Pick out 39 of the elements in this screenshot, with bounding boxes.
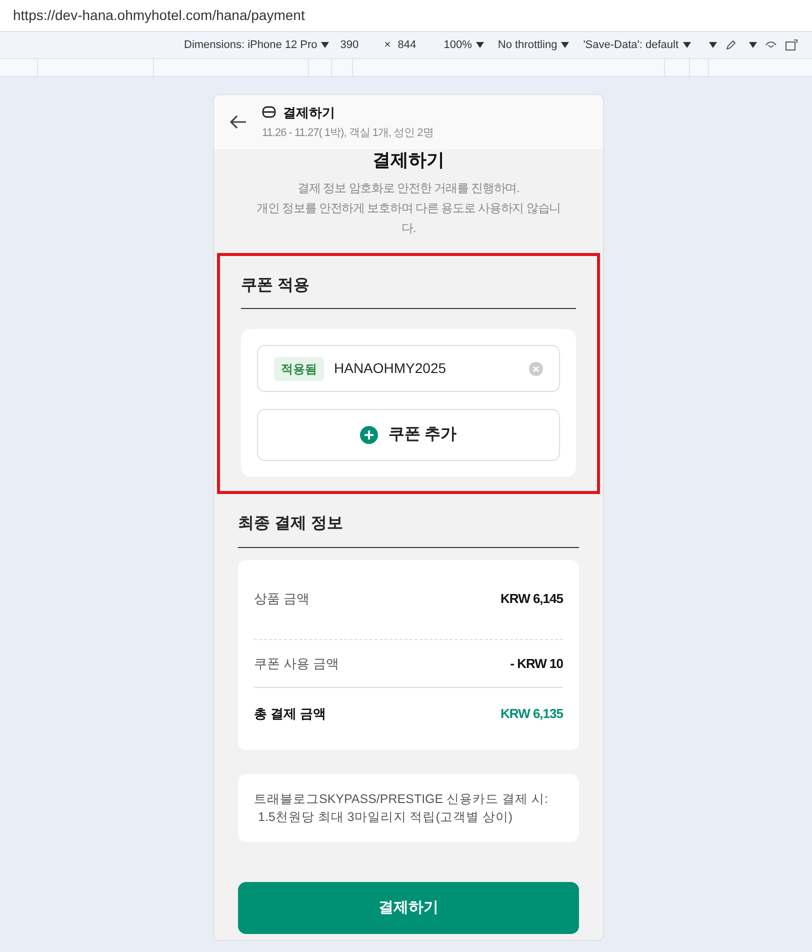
notice-text: 1.5천원당 최대 3마일리지 적립(고객별 상이) (257, 809, 514, 826)
eye-icon[interactable] (764, 40, 776, 50)
pen-icon[interactable] (724, 39, 736, 51)
url-text[interactable]: https://dev-hana.ohmyhotel.com/hana/payment (13, 5, 305, 26)
caret-icon (561, 42, 570, 48)
zoom-dropdown[interactable]: 100% (444, 36, 484, 54)
summary-label: 상품 금액 (254, 590, 310, 608)
header-title: 결제하기 (283, 104, 335, 122)
dimensions-dropdown[interactable]: Dimensions: iPhone 12 Pro (184, 36, 330, 54)
save-data-dropdown[interactable]: 'Save-Data': default (583, 36, 690, 54)
notice-text: 트래블로그SKYPASS/PRESTIGE 신용카드 결제 시: (254, 791, 550, 808)
section-heading: 쿠폰 적용 (241, 274, 576, 309)
throttling-dropdown[interactable]: No throttling (498, 36, 570, 54)
coupon-field[interactable]: 적용됨 HANAOHMY2025 (257, 345, 560, 392)
width-field[interactable]: 390 (340, 36, 370, 54)
plus-circle-icon (360, 426, 378, 444)
summary-amount: KRW 6,145 (500, 590, 563, 608)
caret-icon (321, 42, 330, 48)
page-title: 결제하기 (372, 149, 444, 172)
summary-amount: KRW 6,135 (500, 705, 563, 724)
height-field[interactable]: 844 (398, 36, 428, 54)
summary-label: 쿠폰 사용 금액 (254, 654, 340, 673)
caret-icon (708, 42, 716, 48)
security-description: 결제 정보 암호화로 안전한 거래를 진행하며. 개인 정보를 안전하게 보호하며 다른 용도로 사용하지 않습니 다. (256, 180, 561, 237)
times-sign: × (384, 38, 391, 53)
summary-label: 총 결제 금액 (254, 705, 326, 724)
back-arrow-icon[interactable] (230, 115, 247, 129)
hotel-icon (262, 106, 276, 118)
caret-icon (476, 42, 484, 48)
rotate-icon[interactable] (784, 39, 798, 51)
coupon-code: HANAOHMY2025 (334, 359, 448, 378)
caret-icon (682, 42, 690, 48)
header-subtitle: 11.26 - 11.27( 1박), 객실 1개, 성인 2명 (262, 126, 434, 141)
caret-icon (748, 42, 756, 48)
summary-amount: - KRW 10 (510, 654, 563, 673)
applied-badge: 적용됨 (274, 356, 324, 380)
pay-button[interactable]: 결제하기 (238, 882, 579, 934)
add-coupon-button[interactable]: 쿠폰 추가 (257, 409, 560, 461)
section-heading: 최종 결제 정보 (238, 512, 579, 548)
